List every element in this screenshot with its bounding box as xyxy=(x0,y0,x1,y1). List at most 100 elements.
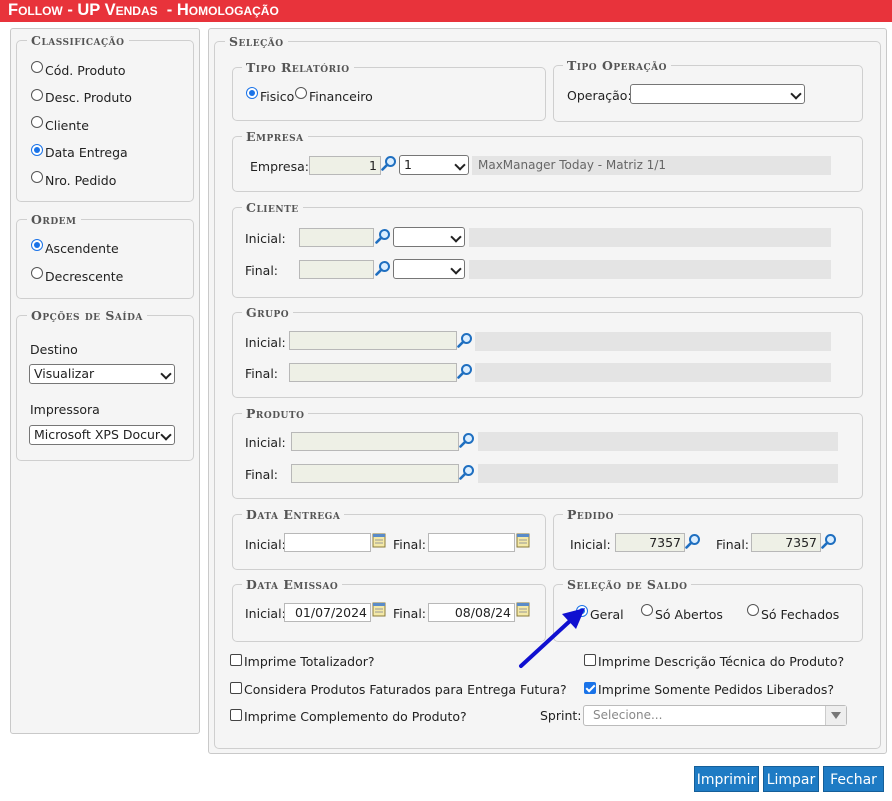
impressora-select[interactable]: Microsoft XPS Docur xyxy=(29,425,175,445)
radio-label: Cód. Produto xyxy=(45,63,126,78)
opcoes-saida-legend: Opções de Saída xyxy=(27,308,147,323)
imprimir-button[interactable]: Imprimir xyxy=(694,766,759,792)
chevron-down-icon xyxy=(450,231,462,243)
annotation-arrow xyxy=(519,608,585,668)
chevron-down-icon xyxy=(160,429,172,441)
sprint-placeholder: Selecione... xyxy=(593,708,663,722)
radio-label: Financeiro xyxy=(309,89,373,104)
radio-label: Cliente xyxy=(45,118,89,133)
produto-inicial-input[interactable] xyxy=(291,432,459,451)
search-icon[interactable] xyxy=(381,155,397,171)
radio-decrescente[interactable] xyxy=(31,267,43,279)
data-emissao-inicial-input[interactable]: 01/07/2024 xyxy=(284,603,371,622)
produto-inicial-label: Inicial: xyxy=(245,435,286,450)
data-emissao-final-input[interactable]: 08/08/24 xyxy=(428,603,515,622)
search-icon[interactable] xyxy=(459,432,475,448)
radio-nro-pedido[interactable] xyxy=(31,171,43,183)
faturados-checkbox[interactable] xyxy=(230,682,242,694)
radio-desc-produto[interactable] xyxy=(31,89,43,101)
radio-cod-produto[interactable] xyxy=(31,61,43,73)
checkbox-label: Imprime Totalizador? xyxy=(244,654,375,669)
chevron-down-icon xyxy=(454,159,466,171)
pedido-legend: Pedido xyxy=(563,507,618,522)
calendar-icon[interactable] xyxy=(372,532,386,548)
calendar-icon[interactable] xyxy=(372,601,386,617)
search-icon[interactable] xyxy=(685,533,701,549)
chevron-down-icon xyxy=(160,368,172,380)
radio-cliente[interactable] xyxy=(31,116,43,128)
destino-value: Visualizar xyxy=(34,366,95,381)
cliente-inicial-input[interactable] xyxy=(299,228,374,247)
checkbox-label: Considera Produtos Faturados para Entreg… xyxy=(244,682,567,697)
empresa-select[interactable]: 1 xyxy=(399,155,469,175)
pedido-inicial-label: Inicial: xyxy=(570,537,611,552)
descricao-tecnica-checkbox[interactable] xyxy=(584,654,596,666)
radio-label: Nro. Pedido xyxy=(45,173,117,188)
radio-ascendente[interactable] xyxy=(31,239,43,251)
totalizador-checkbox[interactable] xyxy=(230,654,242,666)
sprint-select[interactable]: Selecione... xyxy=(583,705,847,726)
cliente-final-name xyxy=(469,260,831,279)
cliente-final-input[interactable] xyxy=(299,260,374,279)
checkbox-label: Imprime Complemento do Produto? xyxy=(244,709,467,724)
somente-liberados-checkbox[interactable] xyxy=(584,682,596,694)
ordem-legend: Ordem xyxy=(27,212,81,227)
checkbox-label: Imprime Descrição Técnica do Produto? xyxy=(598,654,845,669)
radio-fisico[interactable] xyxy=(246,87,258,99)
operacao-label: Operação: xyxy=(567,88,632,103)
data-entrega-final-input[interactable] xyxy=(428,533,515,552)
search-icon[interactable] xyxy=(459,464,475,480)
data-emissao-inicial-label: Inicial: xyxy=(245,606,286,621)
selecao-legend: Seleção xyxy=(225,34,288,49)
empresa-select-value: 1 xyxy=(404,157,412,172)
data-entrega-legend: Data Entrega xyxy=(242,507,345,522)
empresa-code-input[interactable]: 1 xyxy=(309,156,381,175)
pedido-inicial-input[interactable]: 7357 xyxy=(615,533,685,552)
destino-select[interactable]: Visualizar xyxy=(29,364,175,384)
grupo-final-name xyxy=(475,363,831,382)
grupo-inicial-name xyxy=(475,332,831,351)
pedido-final-input[interactable]: 7357 xyxy=(751,533,821,552)
produto-legend: Produto xyxy=(242,406,309,421)
produto-inicial-name xyxy=(478,432,838,451)
title-bar: Follow - UP Vendas - Homologação xyxy=(0,0,892,22)
checkbox-label: Imprime Somente Pedidos Liberados? xyxy=(598,682,835,697)
grupo-legend: Grupo xyxy=(242,305,294,320)
search-icon[interactable] xyxy=(457,332,473,348)
search-icon[interactable] xyxy=(375,260,391,276)
pedido-final-label: Final: xyxy=(716,537,750,552)
tipo-relatorio-legend: Tipo Relatório xyxy=(242,60,354,75)
cliente-inicial-label: Inicial: xyxy=(245,231,286,246)
radio-financeiro[interactable] xyxy=(295,87,307,99)
radio-label: Só Fechados xyxy=(761,607,840,622)
radio-so-abertos[interactable] xyxy=(641,604,653,616)
operacao-select[interactable] xyxy=(630,84,805,104)
cliente-inicial-name xyxy=(469,228,831,247)
page-title: Follow - UP Vendas - Homologação xyxy=(8,1,279,19)
search-icon[interactable] xyxy=(375,228,391,244)
produto-final-input[interactable] xyxy=(291,464,459,483)
grupo-inicial-input[interactable] xyxy=(289,331,457,350)
cliente-final-select[interactable] xyxy=(393,259,465,279)
search-icon[interactable] xyxy=(821,533,837,549)
calendar-icon[interactable] xyxy=(516,532,530,548)
radio-label: Decrescente xyxy=(45,269,124,284)
data-emissao-legend: Data Emissao xyxy=(242,577,343,592)
data-entrega-inicial-input[interactable] xyxy=(284,533,371,552)
limpar-button[interactable]: Limpar xyxy=(763,766,819,792)
grupo-inicial-label: Inicial: xyxy=(245,335,286,350)
fechar-button[interactable]: Fechar xyxy=(823,766,884,792)
radio-label: Ascendente xyxy=(45,241,119,256)
cliente-inicial-select[interactable] xyxy=(393,227,465,247)
grupo-final-input[interactable] xyxy=(289,363,457,382)
destino-label: Destino xyxy=(30,342,78,357)
sprint-dropdown-button[interactable] xyxy=(825,706,846,725)
radio-label: Fisico xyxy=(260,89,295,104)
search-icon[interactable] xyxy=(457,363,473,379)
complemento-checkbox[interactable] xyxy=(230,709,242,721)
sprint-label: Sprint: xyxy=(540,708,582,723)
radio-data-entrega[interactable] xyxy=(31,144,43,156)
radio-so-fechados[interactable] xyxy=(747,604,759,616)
selecao-saldo-legend: Seleção de Saldo xyxy=(563,577,692,592)
ordem-fieldset xyxy=(16,219,194,299)
